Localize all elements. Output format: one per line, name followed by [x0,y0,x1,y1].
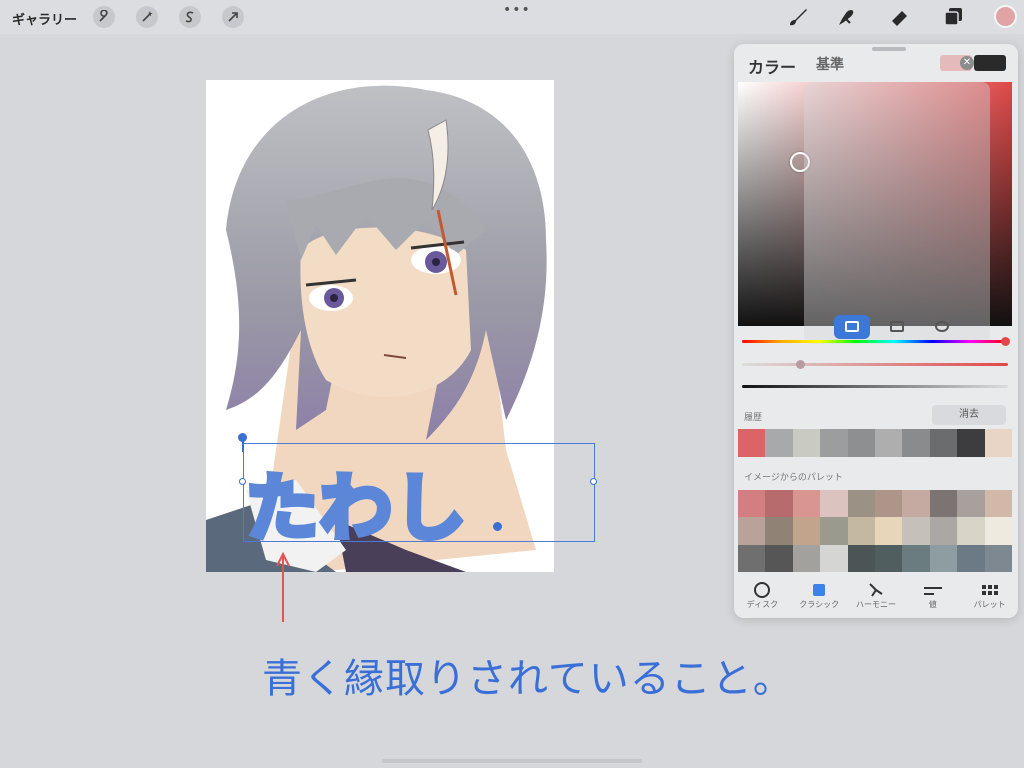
tab-classic[interactable]: クラシック [791,580,848,618]
secondary-color-swatch[interactable] [974,55,1006,71]
palette-swatch[interactable] [874,544,903,572]
wrench-icon[interactable] [93,6,115,28]
hue-slider[interactable] [742,340,1008,343]
palette-swatch[interactable] [765,517,793,545]
resize-handle-right[interactable] [590,478,597,485]
selection-s-icon[interactable] [179,6,201,28]
clear-history-button[interactable]: 消去 [932,405,1006,425]
reference-window[interactable] [804,82,990,344]
palette-swatch[interactable] [902,490,930,518]
palette-swatch[interactable] [738,490,766,518]
tab-palette[interactable]: パレット [961,580,1018,618]
history-swatch[interactable] [738,429,766,457]
palette-swatch[interactable] [957,544,985,572]
palette-swatch[interactable] [765,490,793,518]
tab-palette-label: パレット [973,600,1006,609]
panel-grip[interactable] [872,47,906,51]
color-mode-tabs: ディスク クラシック ハーモニー 値 パレット [734,580,1018,618]
color-square[interactable] [738,82,1012,344]
palette-swatch[interactable] [957,517,985,545]
history-swatch[interactable] [792,429,821,457]
palette-grid-icon [981,585,998,595]
saturation-slider-knob[interactable] [796,360,805,369]
palette-swatch[interactable] [984,517,1012,545]
palette-swatch[interactable] [902,544,930,572]
value-icon [923,587,942,595]
palette-swatch[interactable] [847,490,875,518]
panel-title: カラー [748,58,797,77]
smudge-icon[interactable] [834,5,858,29]
disc-icon [754,582,771,598]
tab-harmony[interactable]: ハーモニー [848,580,905,618]
eraser-icon[interactable] [888,5,912,29]
history-swatches [738,429,1013,457]
palette-label: イメージからのパレット [744,473,843,483]
palette-swatch[interactable] [792,490,821,518]
palette-swatch[interactable] [929,517,958,545]
color-panel: カラー 基準 ✕ 履歴 消去 イメージからのパレット ディスク クラシック ハー… [734,44,1018,618]
palette-swatch[interactable] [792,517,821,545]
palette-swatch[interactable] [738,517,766,545]
tab-disc[interactable]: ディスク [734,580,791,618]
history-swatch[interactable] [765,429,793,457]
text-end-handle[interactable] [493,522,502,531]
rotate-handle[interactable] [238,433,247,442]
brightness-slider[interactable] [742,385,1008,388]
gallery-button[interactable]: ギャラリー [12,9,77,28]
palette-swatch[interactable] [929,490,958,518]
history-swatch[interactable] [929,429,958,457]
palette-swatch[interactable] [902,517,930,545]
saturation-slider[interactable] [742,363,1008,366]
palette-swatch[interactable] [765,544,793,572]
history-swatch[interactable] [957,429,985,457]
palette-swatch[interactable] [874,490,903,518]
palette-swatch[interactable] [929,544,958,572]
palette-swatch[interactable] [820,544,848,572]
palette-swatch[interactable] [847,517,875,545]
layers-icon[interactable] [942,5,966,29]
transform-arrow-icon[interactable] [222,6,244,28]
handwritten-note: 青く縁取りされていること。 [262,656,794,702]
history-label: 履歴 [744,413,763,423]
classic-icon [813,584,826,596]
brush-icon[interactable] [786,5,810,29]
reference-face-icon[interactable] [924,315,960,339]
more-menu-icon[interactable]: ••• [503,2,531,18]
history-swatch[interactable] [820,429,848,457]
palette-swatch[interactable] [792,544,821,572]
top-toolbar: ギャラリー ••• [0,0,1024,34]
reference-canvas-icon[interactable] [834,315,870,339]
image-palette [738,490,1012,572]
harmony-icon [869,583,883,597]
history-swatch[interactable] [984,429,1013,457]
reference-label: 基準 [816,57,844,73]
history-swatch[interactable] [847,429,876,457]
outlined-text-layer[interactable]: たわし [243,449,469,554]
history-swatch[interactable] [902,429,930,457]
palette-swatch[interactable] [984,544,1012,572]
tab-value[interactable]: 値 [904,580,961,618]
palette-swatch[interactable] [847,544,875,572]
tab-value-label: 値 [928,600,937,609]
current-color-swatch[interactable] [994,5,1017,28]
tab-classic-label: クラシック [799,600,840,609]
tab-harmony-label: ハーモニー [855,600,896,609]
resize-handle-left[interactable] [239,478,246,485]
palette-swatch[interactable] [820,490,848,518]
palette-swatch[interactable] [957,490,985,518]
history-swatch[interactable] [875,429,903,457]
hue-slider-knob[interactable] [1001,337,1010,346]
palette-swatch[interactable] [738,544,766,572]
magic-wand-icon[interactable] [136,6,158,28]
swap-x-icon[interactable]: ✕ [960,56,974,70]
home-indicator[interactable] [382,759,642,763]
palette-swatch[interactable] [820,517,848,545]
reference-image-icon[interactable] [879,315,915,339]
tab-disc-label: ディスク [746,600,779,609]
red-arrow-annotation [276,552,290,622]
palette-swatch[interactable] [984,490,1012,518]
reference-tabbar [834,313,960,341]
palette-swatch[interactable] [874,517,903,545]
